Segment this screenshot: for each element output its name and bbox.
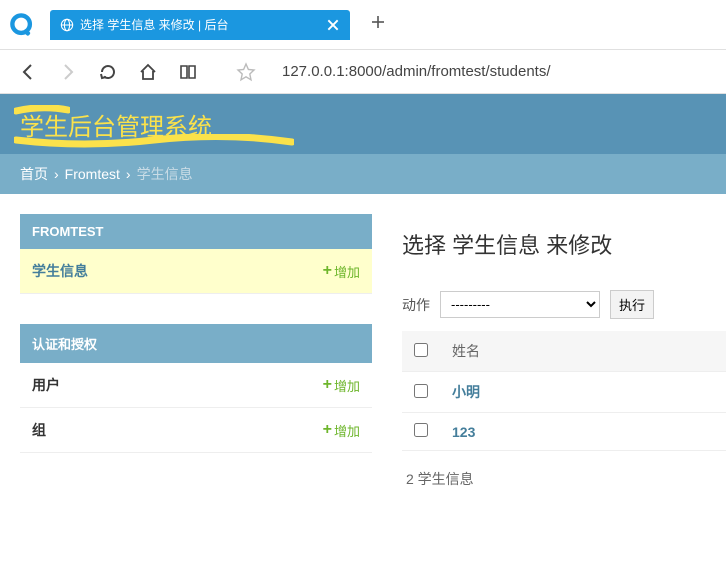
add-link[interactable]: + 增加 [323,262,360,281]
tab-title: 选择 学生信息 来修改 | 后台 [80,16,228,33]
add-link[interactable]: + 增加 [323,421,360,440]
browser-tab-strip: 选择 学生信息 来修改 | 后台 [0,0,726,50]
favorite-button[interactable] [236,62,256,82]
close-icon[interactable] [326,18,340,32]
model-label: 用户 [32,375,60,395]
row-link[interactable]: 小明 [452,384,480,400]
breadcrumb-sep: › [126,166,131,182]
breadcrumb-sep: › [54,166,59,182]
forward-button[interactable] [58,62,78,82]
table-row: 123 [402,413,726,451]
plus-icon: + [323,421,332,439]
result-count: 2 学生信息 [402,451,726,507]
add-label: 增加 [334,376,360,395]
module-caption: 认证和授权 [20,324,372,363]
plus-icon: + [323,262,332,280]
model-row-groups: 组 + 增加 [20,408,372,453]
main-panel: 选择 学生信息 来修改 动作 --------- 执行 姓名 小明 [402,214,726,507]
breadcrumb-current: 学生信息 [137,164,193,184]
sidebar: FROMTEST 学生信息 + 增加 认证和授权 用户 + 增加 组 [20,214,372,507]
action-label: 动作 [402,295,430,315]
select-all-checkbox[interactable] [414,343,428,357]
add-link[interactable]: + 增加 [323,376,360,395]
content-area: FROMTEST 学生信息 + 增加 认证和授权 用户 + 增加 组 [0,194,726,507]
go-button[interactable]: 执行 [610,290,654,319]
table-row: 小明 [402,372,726,413]
site-header: 学生后台管理系统 [0,94,726,154]
module-auth: 认证和授权 用户 + 增加 组 + 增加 [20,324,372,453]
model-label: 组 [32,420,46,440]
module-caption: FROMTEST [20,214,372,249]
model-row-users: 用户 + 增加 [20,363,372,408]
url-display[interactable]: 127.0.0.1:8000/admin/fromtest/students/ [282,63,551,80]
module-fromtest: FROMTEST 学生信息 + 增加 [20,214,372,294]
page-heading: 选择 学生信息 来修改 [402,228,726,260]
plus-icon: + [323,376,332,394]
browser-toolbar: 127.0.0.1:8000/admin/fromtest/students/ [0,50,726,94]
breadcrumb: 首页 › Fromtest › 学生信息 [0,154,726,194]
back-button[interactable] [18,62,38,82]
model-row-students: 学生信息 + 增加 [20,249,372,294]
select-all-header [402,331,440,372]
reload-button[interactable] [98,62,118,82]
action-select[interactable]: --------- [440,291,600,318]
new-tab-button[interactable] [370,13,386,36]
browser-logo [8,11,36,39]
row-checkbox[interactable] [414,423,428,437]
home-button[interactable] [138,62,158,82]
add-label: 增加 [334,421,360,440]
add-label: 增加 [334,262,360,281]
breadcrumb-app[interactable]: Fromtest [65,166,120,182]
row-link[interactable]: 123 [452,424,475,440]
row-checkbox[interactable] [414,384,428,398]
reader-button[interactable] [178,62,198,82]
globe-icon [60,18,74,32]
actions-bar: 动作 --------- 执行 [402,290,726,319]
highlight-annotation-top [14,105,70,115]
model-link[interactable]: 学生信息 [32,261,88,281]
column-header-name[interactable]: 姓名 [440,331,726,372]
browser-tab[interactable]: 选择 学生信息 来修改 | 后台 [50,10,350,40]
breadcrumb-home[interactable]: 首页 [20,164,48,184]
results-table: 姓名 小明 123 [402,331,726,451]
site-title: 学生后台管理系统 [20,114,212,141]
